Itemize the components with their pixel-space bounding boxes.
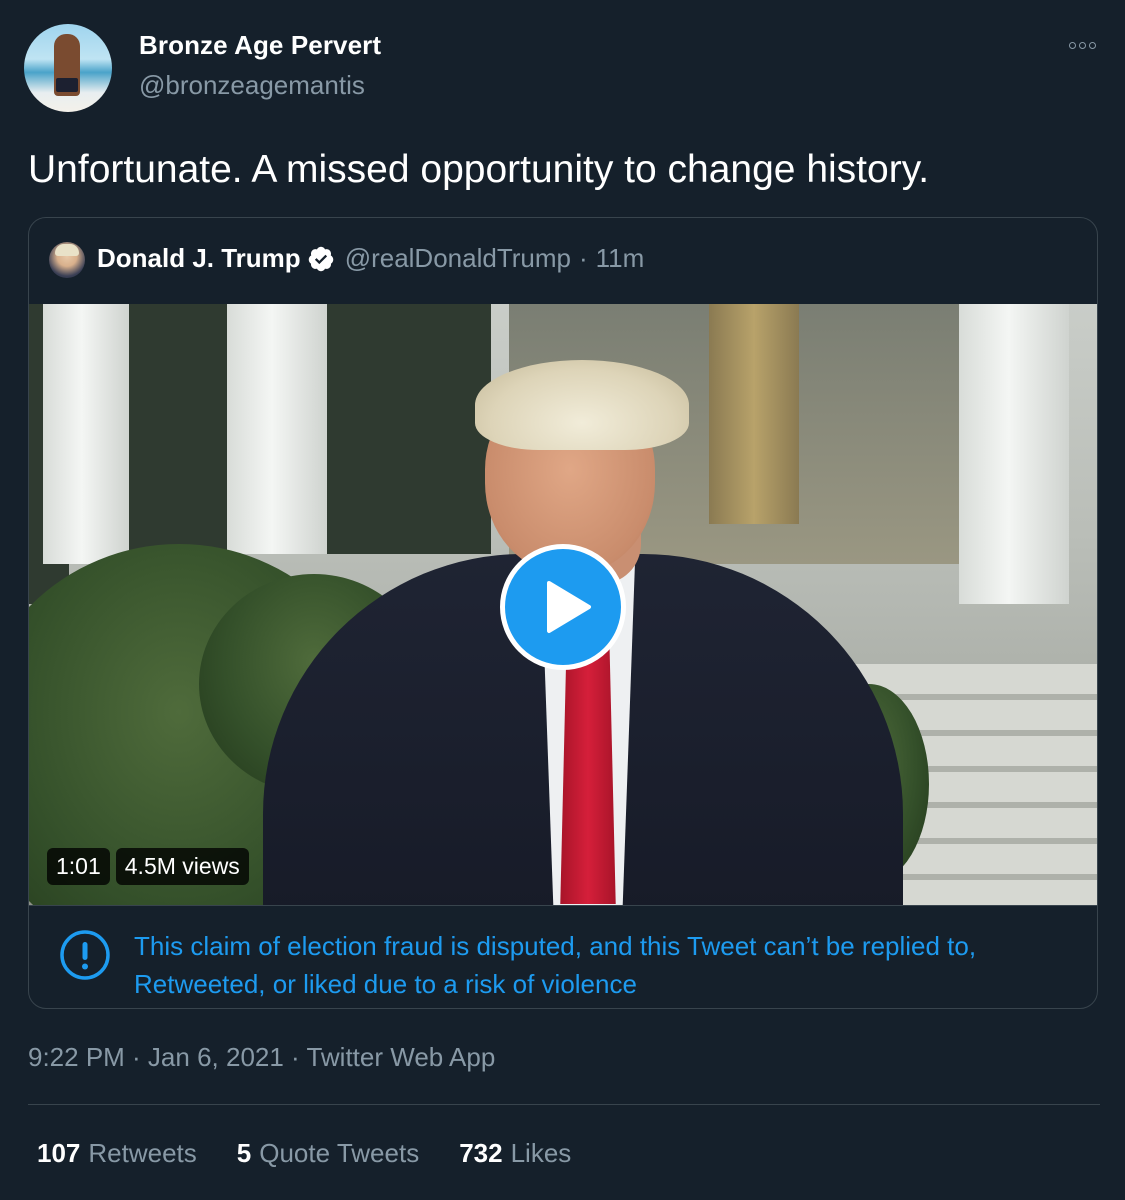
quoted-author-avatar[interactable] bbox=[49, 242, 85, 278]
video-duration: 1:01 bbox=[47, 848, 110, 885]
play-button[interactable] bbox=[500, 544, 626, 670]
video-player[interactable]: 1:01 4.5M views bbox=[29, 304, 1097, 905]
disputed-claim-notice[interactable]: This claim of election fraud is disputed… bbox=[29, 905, 1097, 1008]
quoted-tweet-header: Donald J. Trump @realDonaldTrump · 11m bbox=[97, 243, 644, 274]
quoted-tweet-time[interactable]: 11m bbox=[596, 243, 645, 274]
tweet-stats: 107 Retweets 5 Quote Tweets 732 Likes bbox=[37, 1138, 611, 1169]
notice-text[interactable]: This claim of election fraud is disputed… bbox=[134, 927, 1074, 1003]
video-door bbox=[709, 304, 799, 524]
likes-label: Likes bbox=[510, 1138, 572, 1168]
play-icon bbox=[547, 581, 591, 633]
quote-tweets-count: 5 bbox=[236, 1138, 252, 1168]
video-views: 4.5M views bbox=[115, 848, 249, 885]
verified-badge-icon bbox=[308, 246, 333, 271]
tweet-timestamp[interactable]: 9:22 PM · Jan 6, 2021 · Twitter Web App bbox=[28, 1042, 495, 1073]
author-avatar[interactable] bbox=[24, 24, 112, 112]
more-horizontal-icon[interactable] bbox=[1064, 38, 1100, 52]
quote-tweets-label: Quote Tweets bbox=[259, 1138, 420, 1168]
avatar-shorts bbox=[56, 78, 78, 92]
retweets-stat[interactable]: 107 Retweets bbox=[37, 1138, 197, 1169]
divider bbox=[28, 1104, 1100, 1105]
video-column bbox=[43, 304, 129, 564]
quoted-tweet-card[interactable]: Donald J. Trump @realDonaldTrump · 11m 1… bbox=[28, 217, 1098, 1009]
video-column bbox=[959, 304, 1069, 604]
likes-stat[interactable]: 732 Likes bbox=[459, 1138, 571, 1169]
quoted-author-handle[interactable]: @realDonaldTrump bbox=[345, 243, 571, 274]
quoted-author-name[interactable]: Donald J. Trump bbox=[97, 243, 301, 274]
likes-count: 732 bbox=[459, 1138, 503, 1168]
retweets-label: Retweets bbox=[88, 1138, 197, 1168]
video-column bbox=[227, 304, 327, 554]
author-handle[interactable]: @bronzeagemantis bbox=[139, 70, 365, 101]
author-name[interactable]: Bronze Age Pervert bbox=[139, 30, 381, 61]
alert-circle-icon bbox=[60, 930, 110, 980]
video-badges: 1:01 4.5M views bbox=[47, 848, 249, 885]
video-person-hair bbox=[475, 360, 689, 450]
quote-tweets-stat[interactable]: 5 Quote Tweets bbox=[237, 1138, 419, 1169]
retweets-count: 107 bbox=[37, 1138, 81, 1168]
tweet-text: Unfortunate. A missed opportunity to cha… bbox=[28, 148, 930, 191]
header-separator: · bbox=[578, 243, 588, 273]
